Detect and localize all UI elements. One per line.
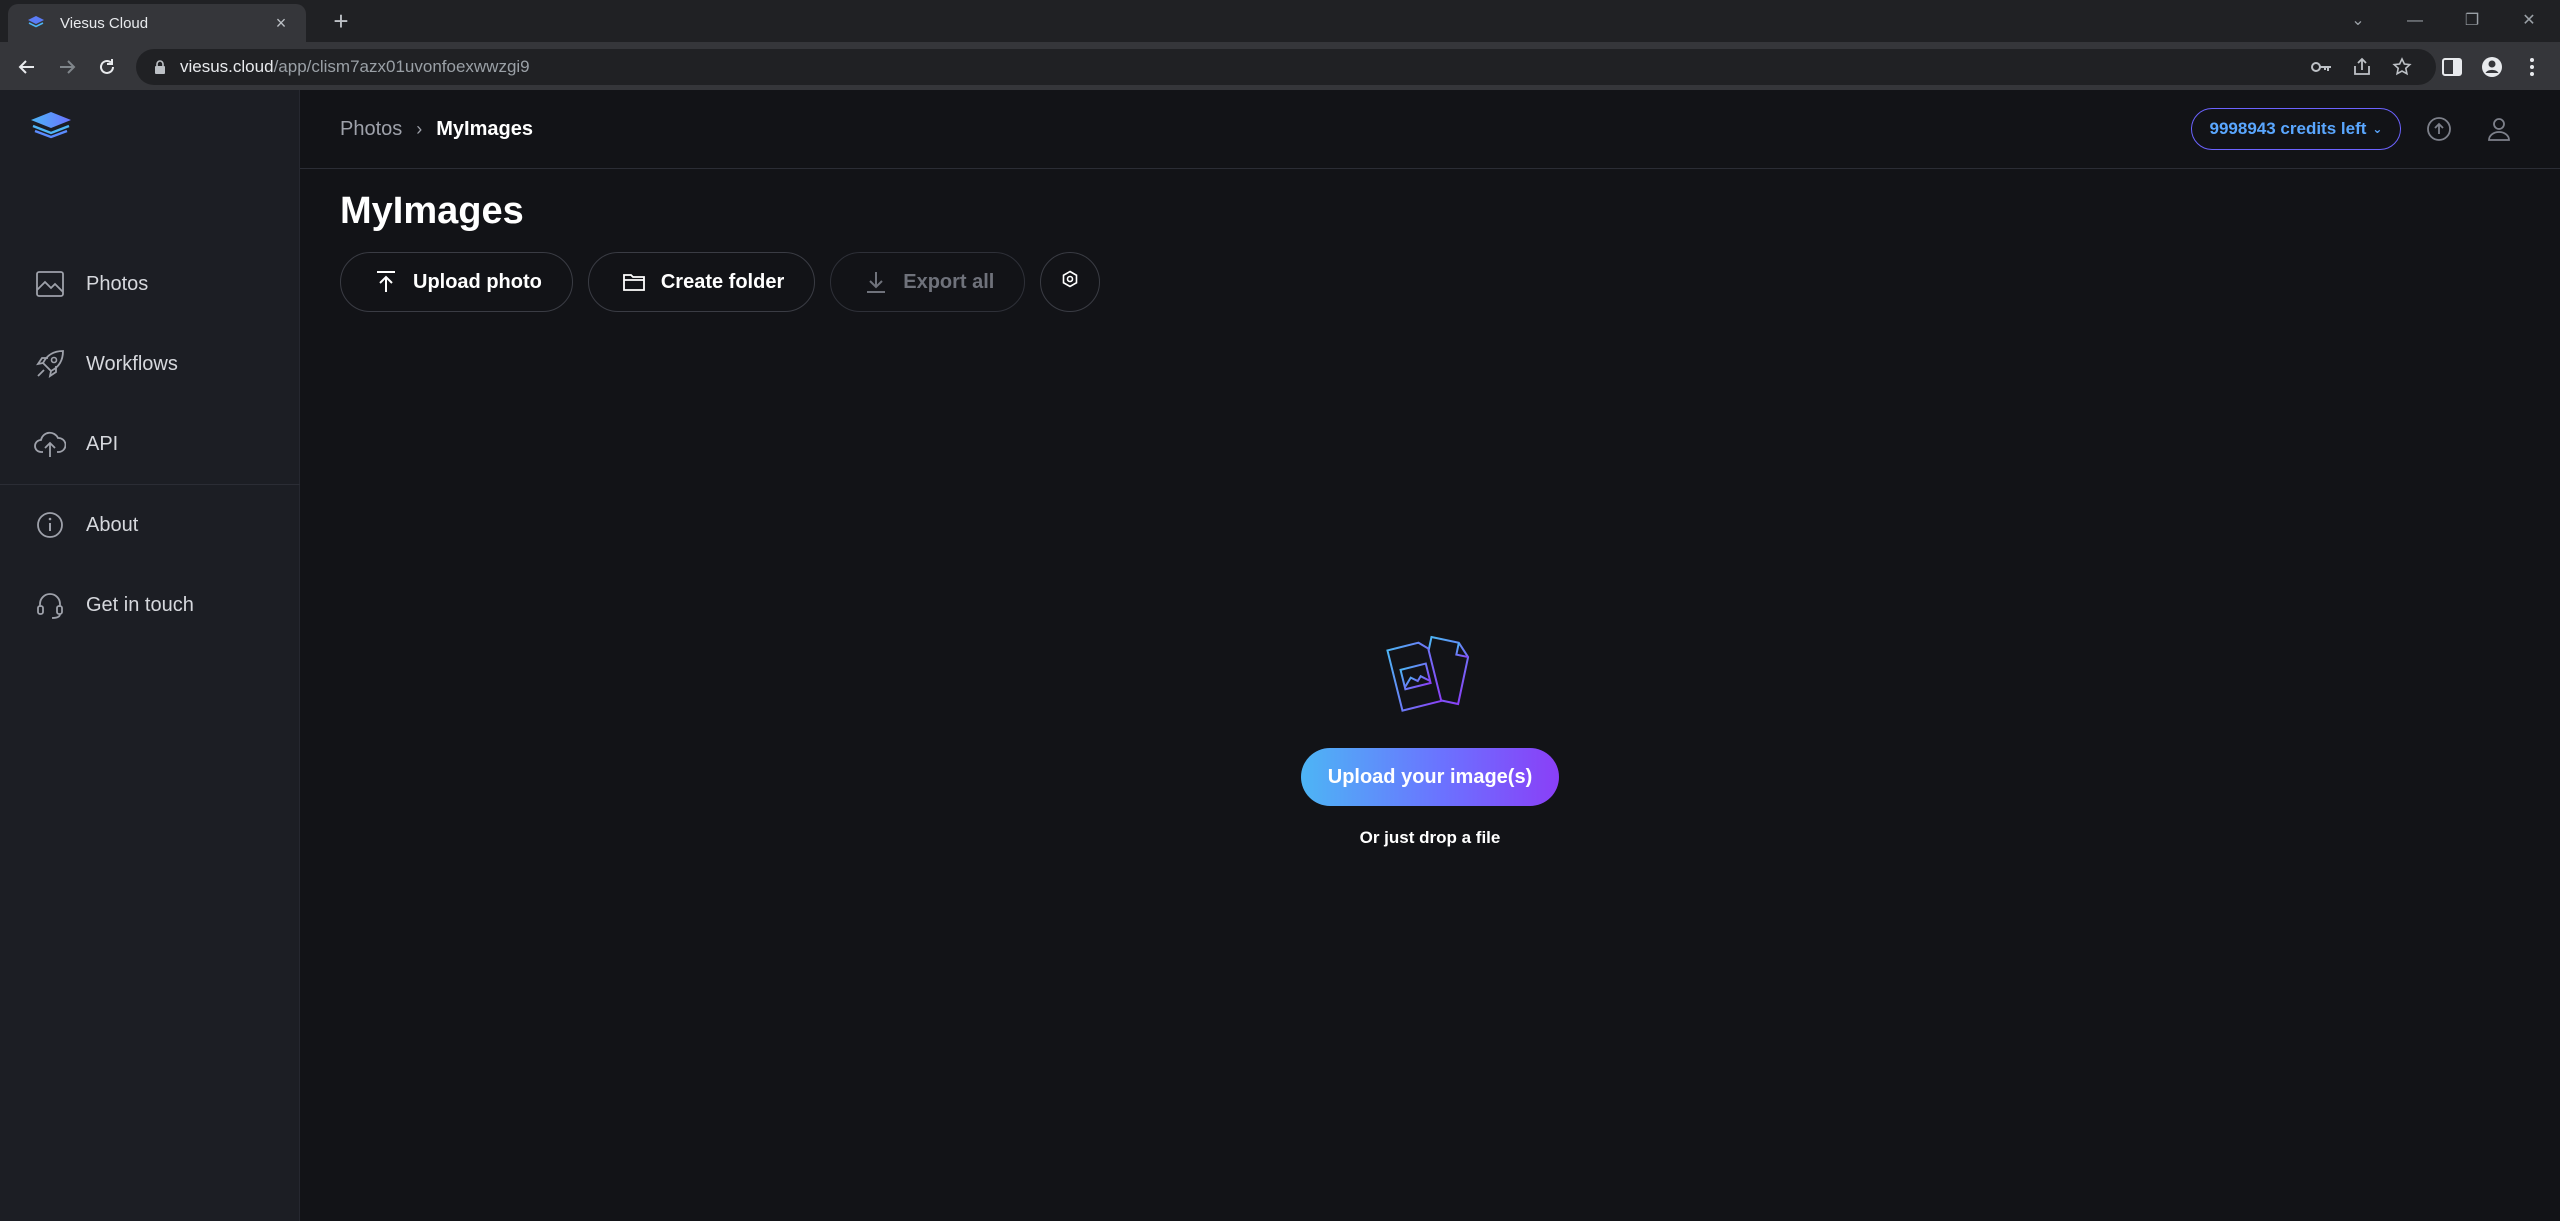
image-icon: [34, 268, 66, 300]
sidebar-item-about[interactable]: About: [0, 485, 300, 565]
browser-tab[interactable]: Viesus Cloud ×: [8, 4, 306, 42]
create-folder-label: Create folder: [660, 270, 785, 293]
breadcrumb-photos-link[interactable]: Photos: [340, 118, 402, 141]
sidebar-item-get-in-touch[interactable]: Get in touch: [0, 565, 300, 645]
share-icon[interactable]: [2348, 53, 2376, 81]
sidebar-item-photos[interactable]: Photos: [0, 244, 300, 324]
headset-icon: [34, 589, 66, 621]
bookmark-star-icon[interactable]: [2388, 53, 2416, 81]
info-icon: [34, 509, 66, 541]
sidebar-item-api[interactable]: API: [0, 404, 300, 484]
tab-close-icon[interactable]: ×: [270, 13, 292, 34]
url-text: viesus.cloud/app/clism7azx01uvonfoexwwzg…: [180, 57, 530, 76]
folder-icon: [621, 269, 647, 295]
export-all-button[interactable]: Export all: [830, 252, 1026, 312]
sidebar-item-label: Photos: [86, 272, 149, 295]
tab-search-icon[interactable]: ⌄: [2338, 6, 2378, 36]
viesus-logo-icon[interactable]: [28, 110, 74, 146]
credits-label: 9998943 credits left: [2209, 119, 2367, 138]
sidebar-nav: Photos Workflows API About Get in touch: [0, 244, 300, 645]
browser-tabbar: Viesus Cloud × + ⌄ — ❐ ✕: [0, 0, 2560, 42]
action-toolbar: Upload photo Create folder Export all: [340, 252, 1101, 312]
chevron-down-icon: ⌄: [2372, 122, 2383, 136]
lock-icon[interactable]: [150, 57, 170, 77]
back-icon[interactable]: [10, 50, 44, 84]
viesus-favicon-icon: [28, 16, 44, 28]
minimize-icon[interactable]: —: [2395, 6, 2435, 36]
restore-icon[interactable]: ❐: [2452, 6, 2492, 36]
sidebar-item-label: API: [86, 432, 119, 455]
user-account-icon[interactable]: [2484, 114, 2514, 144]
upload-circle-icon[interactable]: [2424, 114, 2454, 144]
address-bar[interactable]: viesus.cloud/app/clism7azx01uvonfoexwwzg…: [136, 49, 2436, 85]
images-illustration-icon: [1386, 635, 1470, 712]
settings-button[interactable]: [1040, 252, 1101, 312]
forward-icon[interactable]: [50, 50, 84, 84]
close-window-icon[interactable]: ✕: [2509, 6, 2549, 36]
upload-arrow-icon: [373, 269, 399, 295]
breadcrumb-chevron-icon: ›: [416, 119, 423, 139]
page-title: MyImages: [340, 190, 524, 232]
profile-icon[interactable]: [2478, 53, 2506, 81]
password-key-icon[interactable]: [2308, 53, 2336, 81]
rocket-icon: [34, 348, 66, 380]
upload-photo-label: Upload photo: [413, 270, 542, 293]
export-all-label: Export all: [903, 270, 995, 293]
side-panel-icon[interactable]: [2438, 53, 2466, 81]
sidebar-item-workflows[interactable]: Workflows: [0, 324, 300, 404]
tab-title: Viesus Cloud: [60, 14, 149, 32]
sidebar-item-label: About: [86, 513, 139, 536]
app-header: Photos › MyImages 9998943 credits left ⌄: [300, 90, 2560, 169]
upload-images-button[interactable]: Upload your image(s): [1301, 748, 1559, 806]
sidebar-item-label: Workflows: [86, 352, 178, 375]
reload-icon[interactable]: [90, 50, 124, 84]
upload-photo-button[interactable]: Upload photo: [340, 252, 573, 312]
create-folder-button[interactable]: Create folder: [587, 252, 816, 312]
new-tab-button[interactable]: +: [326, 6, 356, 36]
cloud-upload-icon: [34, 428, 66, 460]
sidebar: Photos Workflows API About Get in touch: [0, 90, 300, 1221]
browser-menu-icon[interactable]: [2518, 53, 2546, 81]
empty-state: Upload your image(s) Or just drop a file: [1300, 630, 1560, 848]
drop-file-hint: Or just drop a file: [1359, 828, 1501, 847]
credits-button[interactable]: 9998943 credits left ⌄: [2191, 108, 2401, 150]
browser-toolbar: viesus.cloud/app/clism7azx01uvonfoexwwzg…: [0, 42, 2560, 90]
gear-icon: [1061, 270, 1079, 294]
sidebar-item-label: Get in touch: [86, 593, 194, 616]
breadcrumb: Photos › MyImages: [340, 118, 533, 141]
breadcrumb-current: MyImages: [436, 118, 533, 140]
download-icon: [863, 269, 889, 295]
